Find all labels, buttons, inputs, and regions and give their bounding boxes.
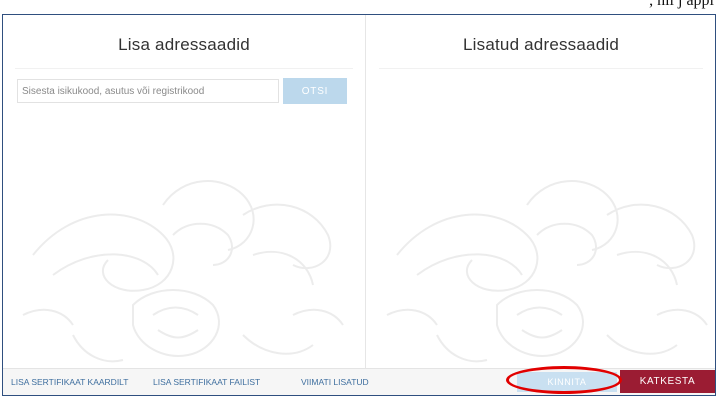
cancel-button[interactable]: KATKESTA [620, 370, 715, 393]
panel-divider [379, 68, 703, 69]
dialog-footer: LISA SERTIFIKAAT KAARDILT LISA SERTIFIKA… [3, 368, 715, 395]
added-recipients-panel: Lisatud adressaadid [367, 15, 715, 369]
top-strip-text: , nii j appi [649, 0, 714, 9]
search-button[interactable]: OTSI [283, 78, 347, 104]
coat-of-arms-lion-watermark-icon [22, 180, 344, 363]
add-certificate-from-file-link[interactable]: LISA SERTIFIKAAT FAILIST [153, 377, 260, 387]
search-input[interactable] [17, 79, 279, 103]
add-recipients-title: Lisa adressaadid [118, 35, 250, 54]
address-dialog: Lisa adressaadid OTSI Lisatud adre [2, 14, 716, 396]
recently-added-link[interactable]: VIIMATI LISATUD [301, 377, 369, 387]
coat-of-arms-lion-watermark-icon [386, 180, 708, 363]
add-certificate-from-card-link[interactable]: LISA SERTIFIKAAT KAARDILT [11, 377, 128, 387]
added-recipients-title: Lisatud adressaadid [463, 35, 619, 54]
panel-divider [15, 68, 353, 69]
add-recipients-panel: Lisa adressaadid OTSI [3, 15, 366, 369]
confirm-button[interactable]: KINNITA [517, 372, 617, 392]
